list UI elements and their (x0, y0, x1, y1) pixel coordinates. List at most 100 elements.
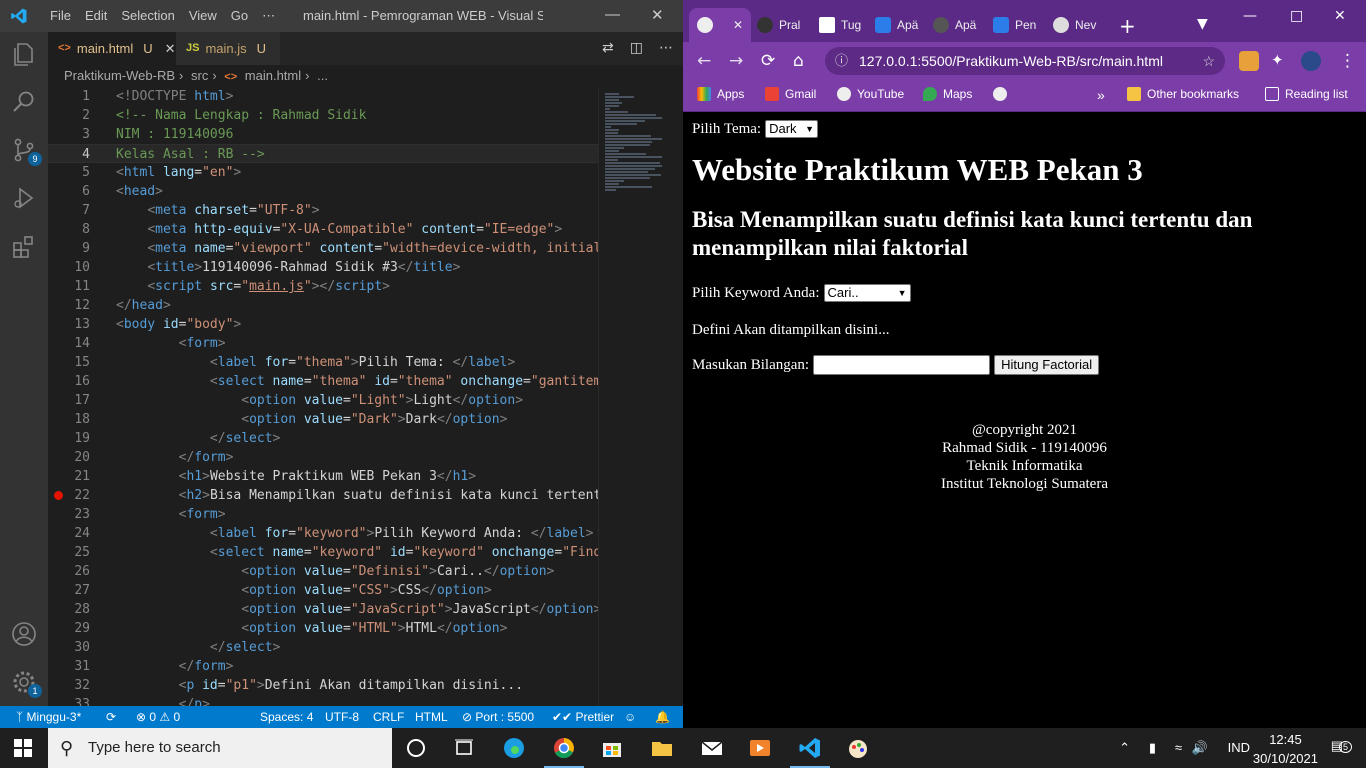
search-icon[interactable] (10, 88, 38, 116)
paint-app-icon[interactable] (846, 736, 870, 760)
file-explorer-icon[interactable] (650, 736, 674, 760)
notification-center-icon[interactable]: ▤5 (1331, 738, 1352, 754)
site-info-icon[interactable]: ⓘ (835, 47, 848, 75)
prettier-status[interactable]: ✔✔ Prettier (552, 706, 614, 728)
indentation-status[interactable]: Spaces: 4 (260, 706, 313, 728)
branch-status[interactable]: ᛉ Minggu-3* (16, 706, 81, 728)
tab-main-js[interactable]: JS main.js U (176, 32, 280, 65)
code-line[interactable]: 12 </head> (48, 296, 598, 315)
code-line[interactable]: 32 <p id="p1">Defini Akan ditampilkan di… (48, 676, 598, 695)
new-tab-plus-icon[interactable]: + (1119, 14, 1136, 38)
reload-icon[interactable]: ⟳ (761, 51, 775, 71)
puzzle-extensions-icon[interactable]: ✦ (1271, 51, 1284, 69)
tab-search-icon[interactable]: ▼ (1197, 16, 1208, 32)
code-line[interactable]: 10 <title>119140096-Rahmad Sidik #3</tit… (48, 258, 598, 277)
browser-tab[interactable]: Pen (993, 8, 1036, 42)
browser-tab[interactable]: Apä (933, 8, 976, 42)
browser-tab[interactable]: Pral (757, 8, 800, 42)
code-line[interactable]: 19 </select> (48, 429, 598, 448)
bookmark-maps[interactable]: Maps (923, 87, 972, 101)
code-line[interactable]: 27 <option value="CSS">CSS</option> (48, 581, 598, 600)
calculate-factorial-button[interactable]: Hitung Factorial (994, 355, 1100, 375)
keyword-select[interactable]: Cari.. ▼ (823, 284, 911, 302)
bookmark-star-icon[interactable]: ☆ (1202, 47, 1215, 75)
code-line[interactable]: 21 <h1>Website Praktikum WEB Pekan 3</h1… (48, 467, 598, 486)
cortana-circle-icon[interactable] (404, 736, 428, 760)
code-line[interactable]: 31 </form> (48, 657, 598, 676)
breadcrumb-folder[interactable]: Praktikum-Web-RB (64, 68, 175, 83)
code-line[interactable]: 16 <select name="thema" id="thema" oncha… (48, 372, 598, 391)
code-line[interactable]: 1 <!DOCTYPE html> (48, 87, 598, 106)
menu-go[interactable]: Go (224, 8, 255, 24)
code-line[interactable]: 6 <head> (48, 182, 598, 201)
profile-avatar[interactable] (1301, 51, 1321, 71)
code-editor[interactable]: 1 <!DOCTYPE html> 2 <!-- Nama Lengkap : Rah… (48, 87, 598, 706)
close-icon[interactable]: ✕ (651, 6, 664, 24)
eol-status[interactable]: CRLF (373, 706, 404, 728)
address-bar[interactable]: ⓘ 127.0.0.1:5500/Praktikum-Web-RB/src/ma… (825, 47, 1225, 75)
bookmark-gmail[interactable]: Gmail (765, 87, 816, 101)
menu-more[interactable]: ⋯ (255, 8, 282, 24)
kebab-menu-icon[interactable]: ⋮ (1339, 51, 1356, 71)
chevron-up-icon[interactable]: ⌃ (1119, 740, 1130, 756)
browser-tab[interactable]: Tug (819, 8, 861, 42)
extensions-icon[interactable] (10, 232, 38, 260)
menu-view[interactable]: View (182, 8, 224, 24)
wifi-icon[interactable]: ≈ (1175, 740, 1182, 755)
code-line[interactable]: 26 <option value="Definisi">Cari..</opti… (48, 562, 598, 581)
minimap[interactable] (598, 87, 683, 706)
notifications-icon[interactable]: 🔔 (655, 706, 670, 728)
volume-icon[interactable]: 🔊 (1192, 740, 1208, 756)
code-line[interactable]: 24 <label for="keyword">Pilih Keyword An… (48, 524, 598, 543)
edge-browser-icon[interactable] (502, 736, 526, 760)
settings-gear-icon[interactable]: 1 (10, 668, 42, 698)
code-line[interactable]: 8 <meta http-equiv = "X-UA-Compatible" con… (48, 220, 598, 239)
code-line[interactable]: 15 <label for="thema">Pilih Tema: </labe… (48, 353, 598, 372)
breadcrumb-symbol[interactable]: ... (317, 68, 328, 83)
more-bookmarks-chevron-icon[interactable]: » (1097, 87, 1105, 103)
live-server-status[interactable]: ⊘ Port : 5500 (462, 706, 534, 728)
code-line[interactable]: 25 <select name="keyword" id="keyword" o… (48, 543, 598, 562)
bookmark-globe[interactable] (993, 87, 1007, 101)
code-line[interactable]: 4 Kelas Asal : RB --> (48, 144, 598, 163)
menu-selection[interactable]: Selection (114, 8, 181, 24)
code-line[interactable]: 28 <option value="JavaScript">JavaScript… (48, 600, 598, 619)
code-line[interactable]: 23 <form> (48, 505, 598, 524)
more-actions-icon[interactable]: ⋯ (659, 40, 673, 56)
breadcrumb-file[interactable]: main.html (245, 68, 301, 83)
code-line[interactable]: 18 <option value="Dark">Dark</option> (48, 410, 598, 429)
bookmark-youtube[interactable]: YouTube (837, 87, 904, 101)
explorer-icon[interactable] (10, 40, 38, 68)
code-line[interactable]: 5 <html lang="en"> (48, 163, 598, 182)
feedback-icon[interactable]: ☺ (624, 706, 636, 728)
breadcrumb-src[interactable]: src (191, 68, 208, 83)
minimize-icon[interactable]: — (605, 6, 620, 23)
bookmark-apps[interactable]: Apps (697, 87, 744, 101)
compare-icon[interactable]: ⇄ (602, 40, 614, 56)
code-line[interactable]: 20 </form> (48, 448, 598, 467)
menu-file[interactable]: File (43, 8, 78, 24)
close-icon[interactable]: ✕ (1334, 8, 1346, 24)
code-line[interactable]: 30 </select> (48, 638, 598, 657)
reading-list[interactable]: Reading list (1265, 87, 1348, 101)
extension-icon[interactable] (1239, 51, 1259, 71)
maximize-icon[interactable]: □ (1290, 8, 1303, 24)
language-status[interactable]: HTML (415, 706, 448, 728)
code-line[interactable]: 14 <form> (48, 334, 598, 353)
input-language[interactable]: IND (1228, 740, 1250, 755)
code-line[interactable]: 22 <h2>Bisa Menampilkan suatu definisi k… (48, 486, 598, 505)
code-line[interactable]: 2 <!-- Nama Lengkap : Rahmad Sidik (48, 106, 598, 125)
code-line[interactable]: 7 <meta charset="UTF-8"> (48, 201, 598, 220)
clock[interactable]: 12:45 30/10/2021 (1253, 732, 1318, 766)
tab-main-html[interactable]: <> main.html U ✕ (48, 32, 176, 65)
store-icon[interactable] (600, 736, 624, 760)
browser-tab[interactable]: Nev (1053, 8, 1096, 42)
browser-tab[interactable]: Apä (875, 8, 918, 42)
tab-close-icon[interactable]: ✕ (165, 32, 176, 65)
back-arrow-icon[interactable]: ← (697, 51, 711, 71)
home-icon[interactable]: ⌂ (793, 51, 804, 71)
media-app-icon[interactable] (748, 736, 772, 760)
encoding-status[interactable]: UTF-8 (325, 706, 359, 728)
number-input[interactable] (813, 355, 991, 375)
code-line[interactable]: 9 <meta name="viewport" content="width=d… (48, 239, 598, 258)
